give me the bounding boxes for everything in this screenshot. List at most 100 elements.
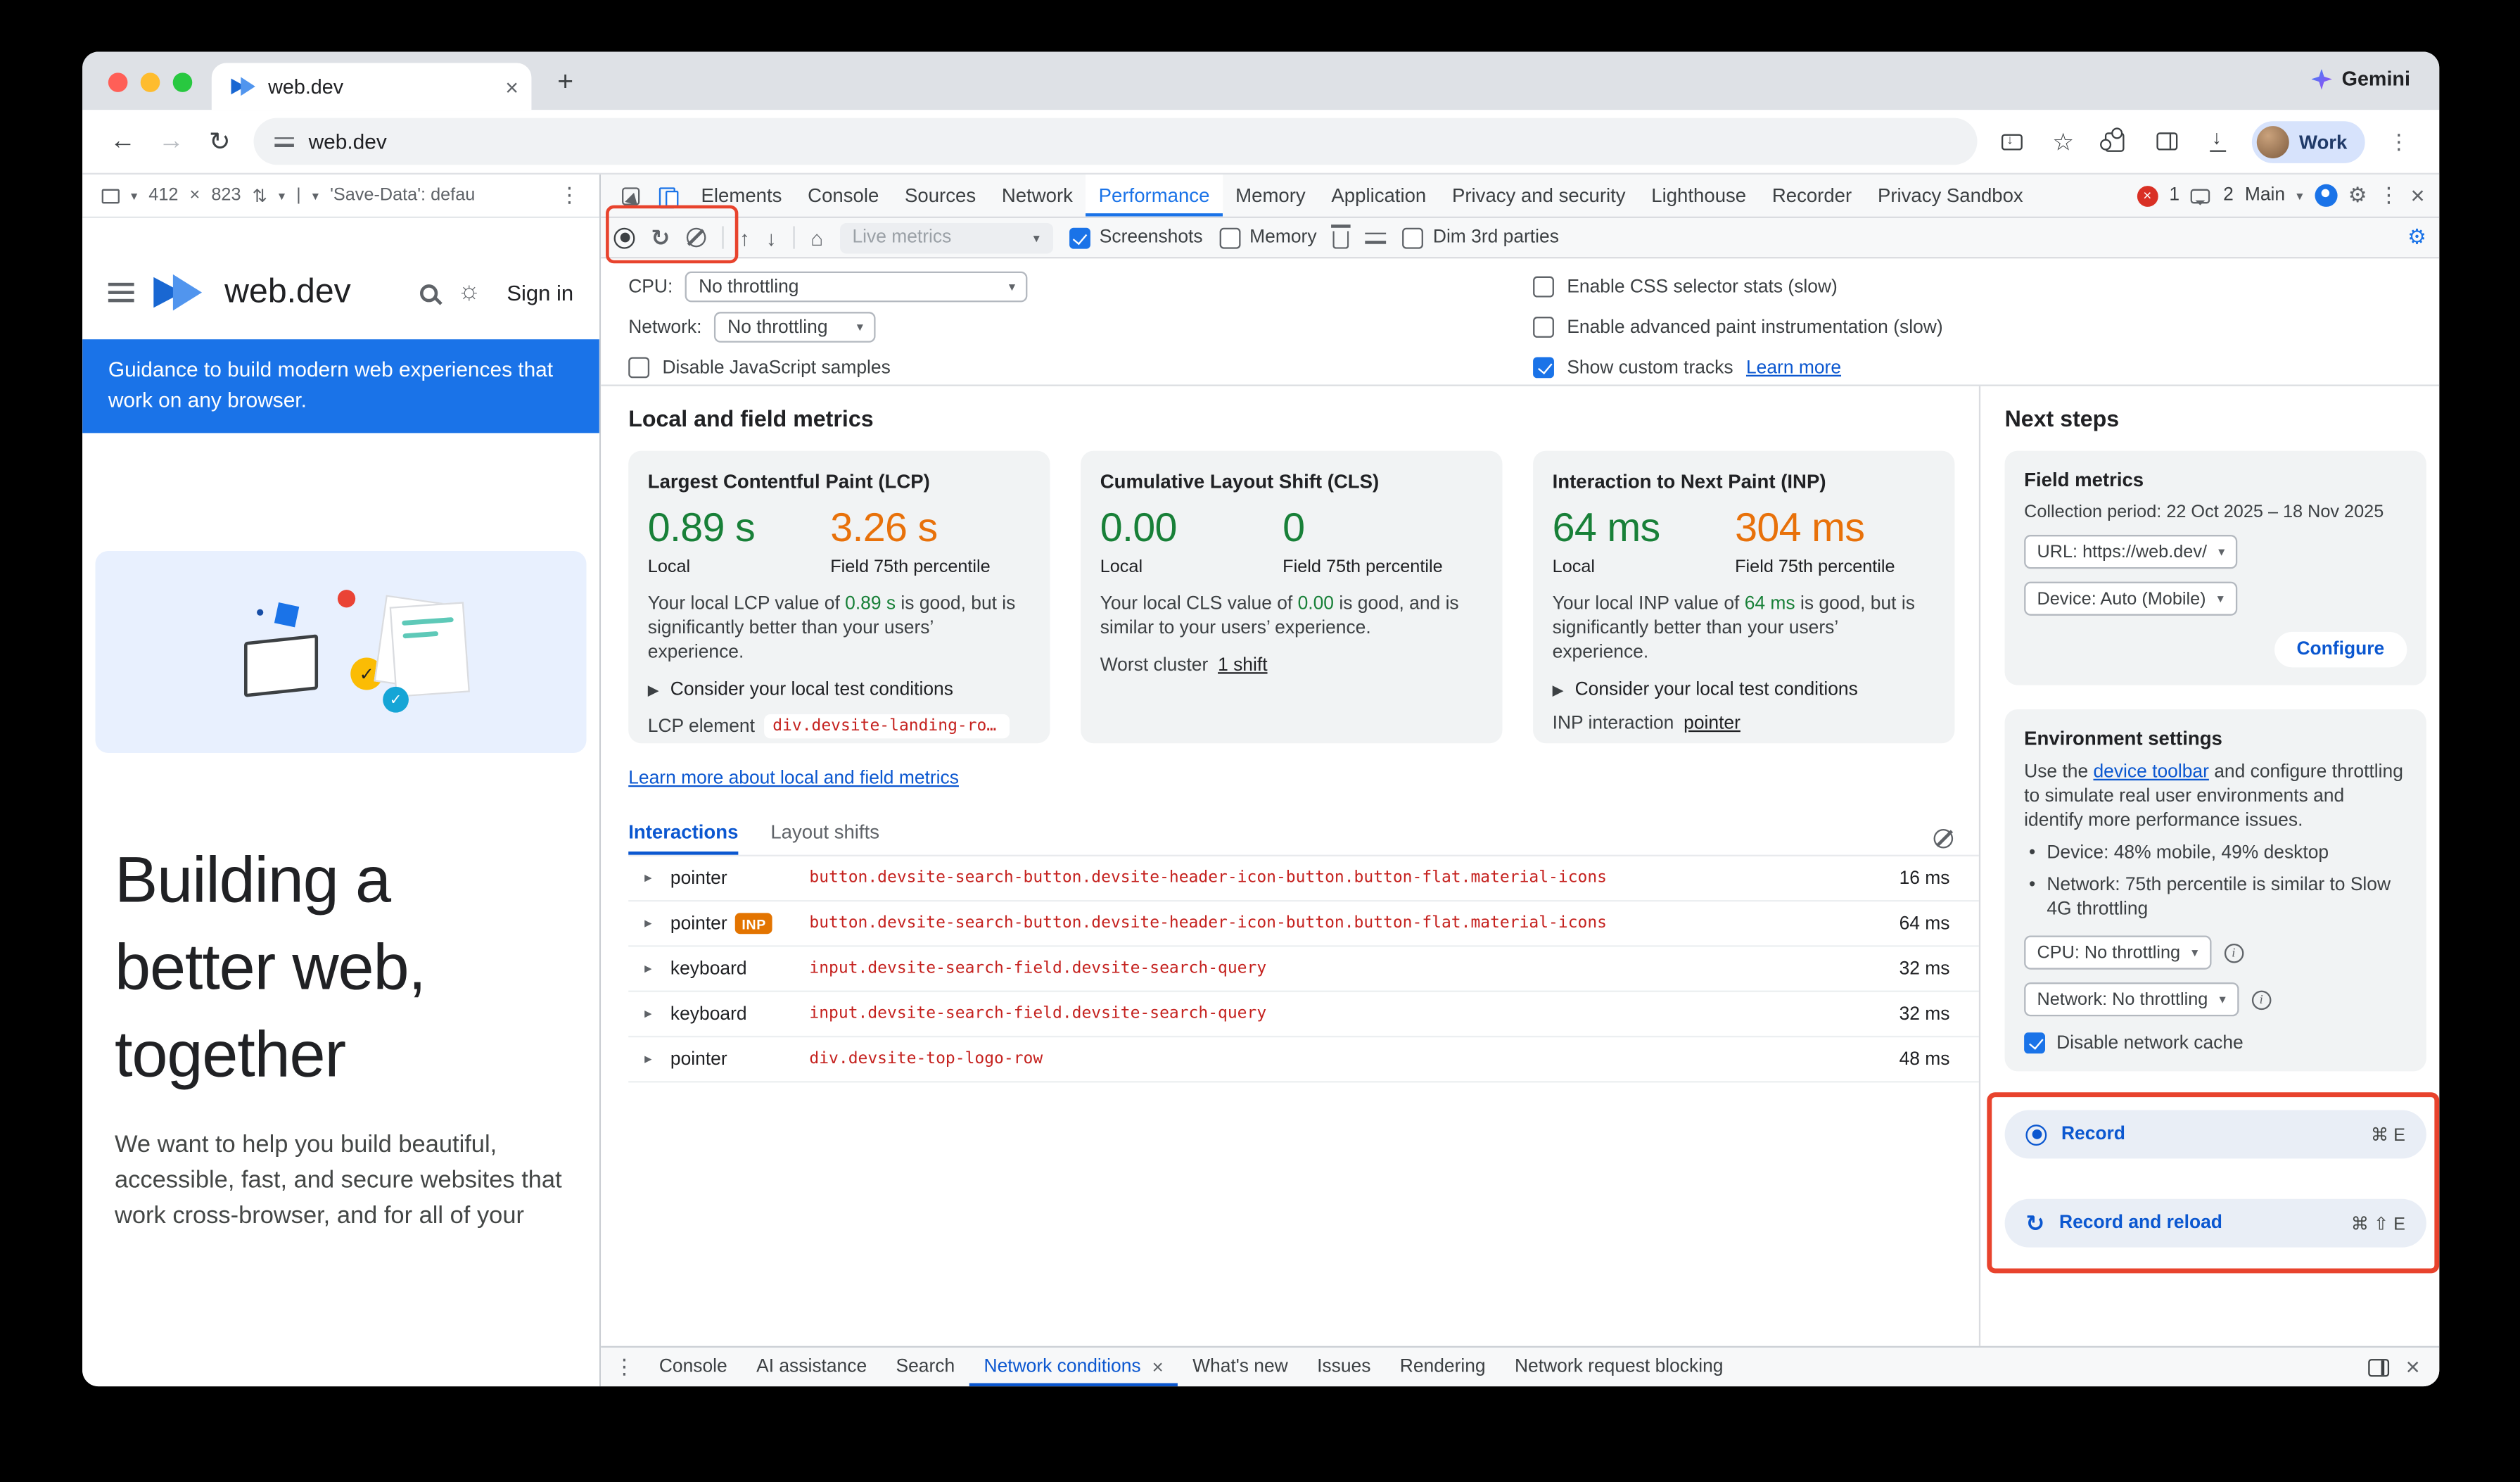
theme-toggle-icon[interactable]: ☼ [457,278,481,307]
worst-cluster-link[interactable]: 1 shift [1218,656,1267,676]
url-select[interactable]: URL: https://web.dev/▾ [2024,535,2238,569]
table-row[interactable]: ▸ pointer button.devsite-search-button.d… [628,856,1979,901]
row-expand-icon[interactable]: ▸ [644,1005,670,1022]
reload-icon[interactable]: ↻ [196,117,244,165]
side-panel-icon[interactable] [2142,117,2191,165]
viewport-height[interactable]: 823 [211,186,241,205]
throttle-caret-icon[interactable]: ▾ [312,189,319,203]
save-profile-icon[interactable]: ↓ [766,225,777,249]
env-cpu-select[interactable]: CPU: No throttling▾ [2024,935,2211,969]
lcp-element-chip[interactable]: div.devsite-landing-row-ite… [765,714,1010,738]
collect-garbage-icon[interactable] [1333,230,1349,248]
gemini-button[interactable]: Gemini [2311,68,2410,90]
error-badge-icon[interactable]: × [2137,185,2158,206]
tab-layout-shifts[interactable]: Layout shifts [770,821,879,854]
css-selector-stats-checkbox[interactable]: Enable CSS selector stats (slow) [1533,270,2439,303]
tab-memory[interactable]: Memory [1223,175,1318,217]
checkbox-icon[interactable] [1219,227,1240,248]
close-window-button[interactable] [108,72,128,92]
history-select[interactable]: Live metrics▾ [839,222,1052,253]
address-bar[interactable]: web.dev [254,118,1978,165]
drawer-tab-ai-assistance[interactable]: AI assistance [742,1348,881,1386]
expander-triangle-icon[interactable]: ▶ [648,681,659,699]
drawer-tab-close-icon[interactable]: × [1152,1356,1164,1379]
record-and-reload-icon[interactable]: ↻ [651,224,670,251]
device-caret-icon[interactable]: ▾ [131,189,137,203]
clear-icon[interactable] [686,228,706,248]
record-icon[interactable] [614,227,635,248]
main-context-select[interactable]: Main [2245,186,2285,205]
viewport-width[interactable]: 412 [148,186,178,205]
main-caret-icon[interactable]: ▾ [2296,189,2303,203]
field-metrics-learn-link[interactable]: Learn more about local and field metrics [628,769,959,789]
expander-triangle-icon[interactable]: ▶ [1553,681,1564,699]
forward-icon[interactable]: → [147,117,196,165]
site-settings-icon[interactable] [274,133,294,149]
zoom-caret-icon[interactable]: ▾ [279,189,285,203]
install-icon[interactable] [1987,117,2036,165]
checkbox-icon[interactable] [1533,277,1554,298]
new-tab-button[interactable]: + [545,61,587,103]
clear-interactions-icon[interactable] [1934,829,1954,849]
webdev-wordmark[interactable]: web.dev [224,273,351,312]
screenshots-checkbox[interactable]: Screenshots [1069,227,1202,248]
devtools-avatar-icon[interactable] [2314,184,2336,207]
sign-in-link[interactable]: Sign in [507,280,573,304]
device-toolbar-menu-icon[interactable]: ⋮ [559,182,580,208]
more-tools-icon[interactable]: ⋮ [614,1354,635,1380]
drawer-close-icon[interactable]: × [2406,1353,2420,1381]
tab-console[interactable]: Console [795,175,892,217]
tab-performance[interactable]: Performance [1086,175,1222,217]
device-toolbar-link[interactable]: device toolbar [2093,763,2208,783]
lcp-test-conditions-expander[interactable]: ▶ Consider your local test conditions [648,680,1031,700]
device-select[interactable]: Device: Auto (Mobile)▾ [2024,582,2236,616]
issues-bubble-icon[interactable] [2191,189,2210,203]
tab-sources[interactable]: Sources [892,175,989,217]
configure-button[interactable]: Configure [2274,632,2407,668]
disable-js-samples-checkbox[interactable]: Disable JavaScript samples [628,350,1533,384]
table-row[interactable]: ▸ pointerINP button.devsite-search-butto… [628,901,1979,946]
dock-side-icon[interactable] [2369,1358,2390,1376]
dim-3rd-parties-checkbox[interactable]: Dim 3rd parties [1402,227,1559,248]
checkbox-icon[interactable] [1402,227,1423,248]
tab-privacy-security[interactable]: Privacy and security [1439,175,1638,217]
checkbox-checked-icon[interactable] [1069,227,1090,248]
zoom-icon[interactable]: ⇅ [253,185,267,206]
record-and-reload-button[interactable]: ↻ Record and reload ⌘ ⇧ E [2005,1199,2426,1248]
env-network-select[interactable]: Network: No throttling▾ [2024,982,2239,1016]
row-expand-icon[interactable]: ▸ [644,869,670,887]
inp-interaction-link[interactable]: pointer [1684,714,1741,734]
search-icon[interactable] [420,284,438,301]
devtools-close-icon[interactable]: × [2410,182,2424,209]
hamburger-menu-icon[interactable] [108,283,134,303]
back-icon[interactable]: ← [98,117,147,165]
tab-application[interactable]: Application [1318,175,1439,217]
drawer-tab-search[interactable]: Search [882,1348,969,1386]
downloads-icon[interactable] [2194,117,2243,165]
checkbox-icon[interactable] [628,357,649,378]
browser-menu-icon[interactable]: ⋮ [2374,117,2423,165]
tab-close-icon[interactable]: × [505,73,518,99]
tab-lighthouse[interactable]: Lighthouse [1638,175,1759,217]
announcement-banner[interactable]: Guidance to build modern web experiences… [82,339,599,433]
row-expand-icon[interactable]: ▸ [644,915,670,932]
tab-elements[interactable]: Elements [688,175,795,217]
save-data-label[interactable]: 'Save-Data': defau [330,186,475,205]
tab-network[interactable]: Network [988,175,1086,217]
drawer-tab-network-request-blocking[interactable]: Network request blocking [1500,1348,1738,1386]
toggle-device-toolbar-icon[interactable] [649,185,688,206]
device-frame-icon[interactable] [102,189,120,203]
inp-test-conditions-expander[interactable]: ▶ Consider your local test conditions [1553,680,1935,700]
info-icon[interactable]: i [2224,943,2244,963]
network-throttling-select[interactable]: No throttling▾ [715,312,877,343]
load-profile-icon[interactable]: ↑ [739,225,750,249]
row-expand-icon[interactable]: ▸ [644,960,670,977]
capture-settings-icon[interactable] [1365,229,1386,246]
checkbox-checked-icon[interactable] [1533,357,1554,378]
maximize-window-button[interactable] [173,72,193,92]
toolbar-gear-icon[interactable]: ⚙ [2407,224,2426,251]
tab-interactions[interactable]: Interactions [628,821,738,854]
tab-privacy-sandbox[interactable]: Privacy Sandbox [1865,175,2037,217]
checkbox-checked-icon[interactable] [2024,1032,2045,1053]
live-metrics-home-icon[interactable]: ⌂ [810,225,823,249]
